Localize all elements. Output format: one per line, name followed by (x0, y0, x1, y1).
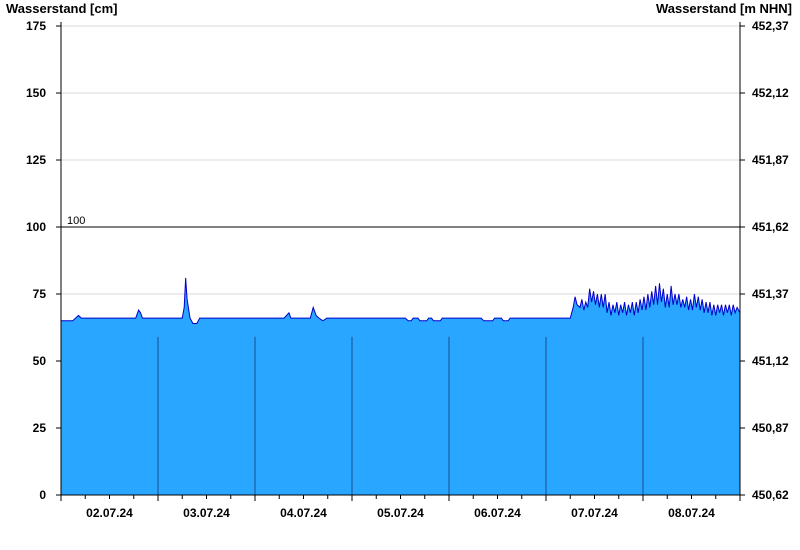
water-level-area (61, 277, 741, 495)
right-tick-label: 451,12 (752, 354, 789, 368)
left-tick-label: 75 (33, 287, 47, 301)
right-axis-ticks: 450,62 450,87 451,12 451,37 451,62 451,87 452,… (740, 19, 789, 502)
right-tick-label: 450,87 (752, 421, 789, 435)
reference-line-label: 100 (67, 215, 85, 227)
x-tick-label: 08.07.24 (668, 506, 715, 520)
right-tick-label: 451,87 (752, 153, 789, 167)
left-tick-label: 50 (33, 354, 47, 368)
left-tick-label: 0 (39, 488, 46, 502)
right-tick-label: 450,62 (752, 488, 789, 502)
reference-line: 100 (61, 215, 740, 228)
left-axis-ticks: 0 25 50 75 100 125 150 175 (26, 19, 61, 502)
right-tick-label: 452,37 (752, 19, 789, 33)
right-tick-label: 451,37 (752, 287, 789, 301)
left-tick-label: 100 (26, 220, 46, 234)
left-axis-title: Wasserstand [cm] (6, 1, 118, 16)
water-level-chart: Wasserstand [cm] Wasserstand [m NHN] 100… (6, 1, 792, 520)
left-tick-label: 175 (26, 19, 46, 33)
x-tick-label: 03.07.24 (183, 506, 230, 520)
left-tick-label: 25 (33, 421, 47, 435)
x-tick-label: 04.07.24 (280, 506, 327, 520)
right-axis-title: Wasserstand [m NHN] (656, 1, 792, 16)
x-tick-label: 07.07.24 (571, 506, 618, 520)
x-tick-label: 06.07.24 (474, 506, 521, 520)
x-tick-label: 02.07.24 (86, 506, 133, 520)
left-tick-label: 150 (26, 86, 46, 100)
left-tick-label: 125 (26, 153, 46, 167)
right-tick-label: 451,62 (752, 220, 789, 234)
x-axis-ticks: 02.07.24 03.07.24 04.07.24 05.07.24 06.07.24… (60, 495, 741, 520)
x-tick-label: 05.07.24 (377, 506, 424, 520)
right-tick-label: 452,12 (752, 86, 789, 100)
